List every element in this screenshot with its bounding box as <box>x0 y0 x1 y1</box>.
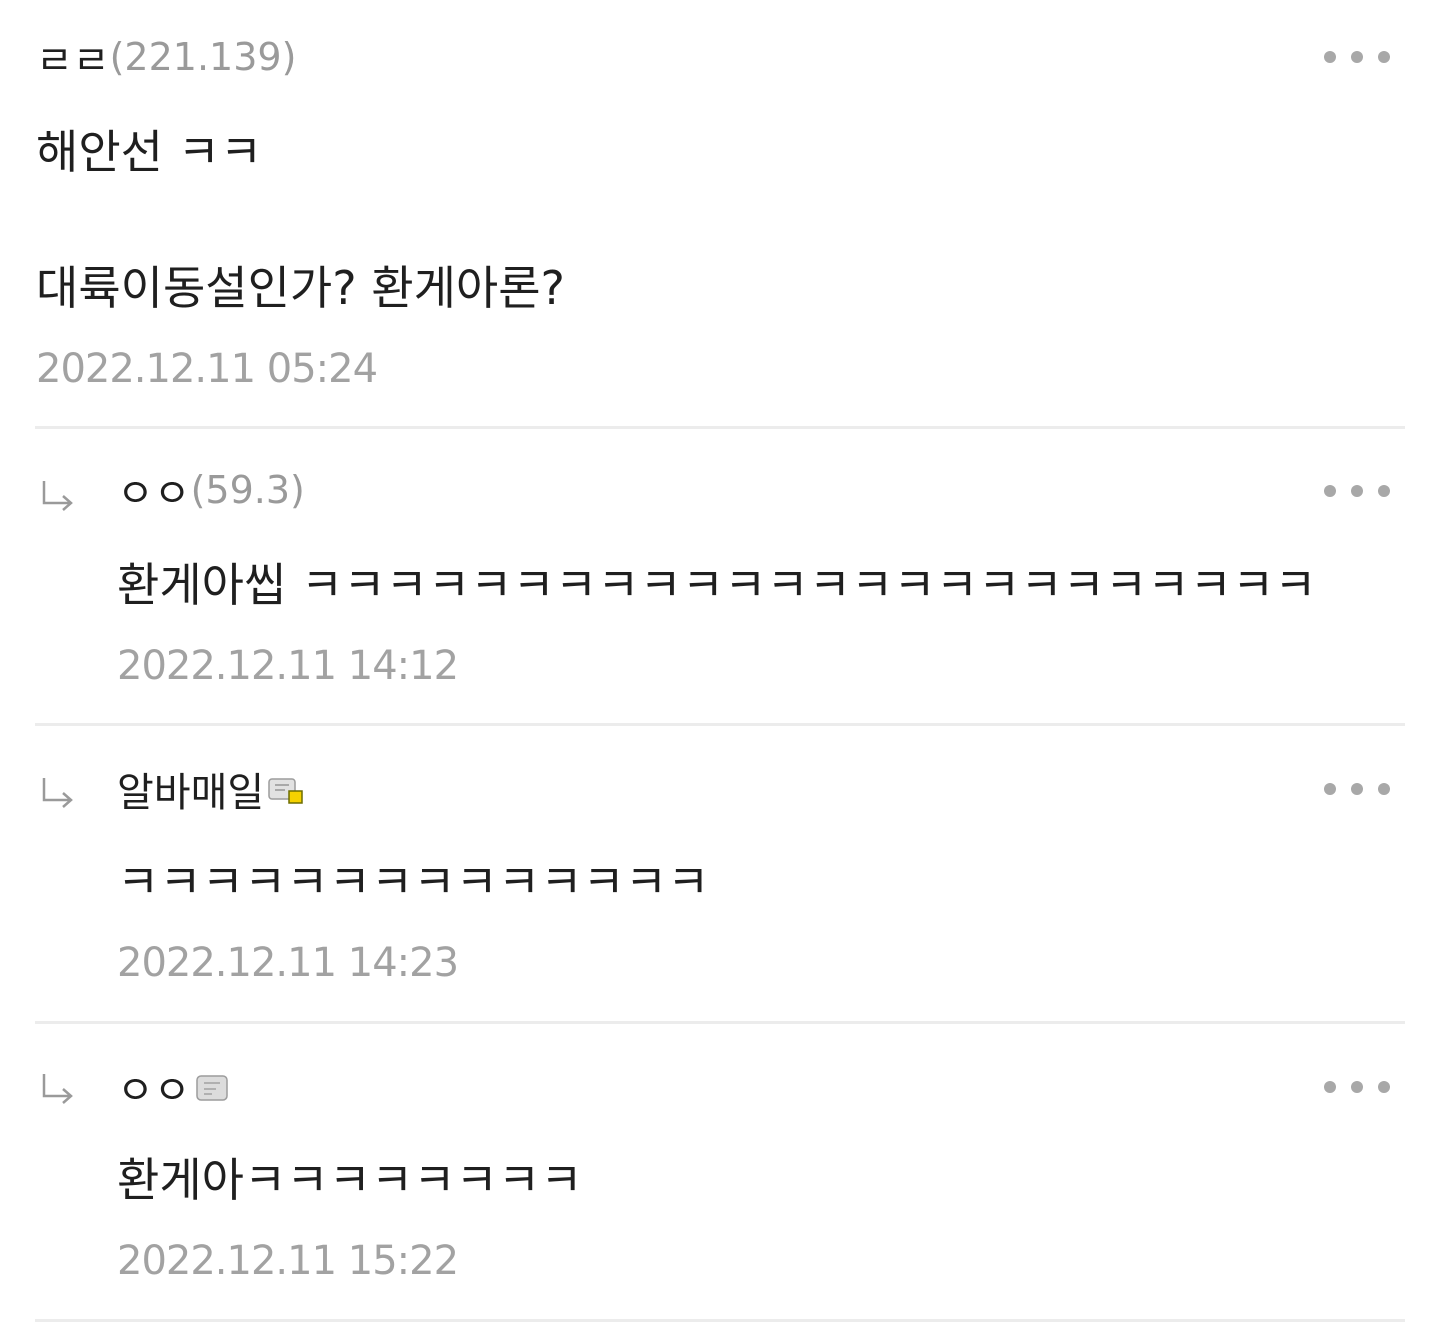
author-nickname: ㄹㄹ <box>36 38 110 84</box>
more-options-button[interactable] <box>1324 769 1390 809</box>
author-nickname: 알바매일 <box>117 770 265 816</box>
comment-text: 환게아씹 ㅋㅋㅋㅋㅋㅋㅋㅋㅋㅋㅋㅋㅋㅋㅋㅋㅋㅋㅋㅋㅋㅋㅋㅋ <box>117 558 1317 612</box>
comment-text: 환게아ㅋㅋㅋㅋㅋㅋㅋㅋ <box>117 1153 583 1207</box>
reply-arrow-icon <box>42 481 73 511</box>
reply-item: ㅇㅇ 환게아ㅋㅋㅋㅋㅋㅋㅋㅋ 2022.12.11 15:22 <box>0 1024 1440 1320</box>
reply-item: 알바매일 ㅋㅋㅋㅋㅋㅋㅋㅋㅋㅋㅋㅋㅋㅋ 2022.12.11 14:23 <box>0 726 1440 1022</box>
more-options-icon <box>1324 51 1336 63</box>
comment-author[interactable]: 알바매일 <box>117 759 303 819</box>
comment-date: 2022.12.11 15:22 <box>117 1238 459 1284</box>
author-ip: (59.3) <box>190 468 305 512</box>
comment-text: ㅋㅋㅋㅋㅋㅋㅋㅋㅋㅋㅋㅋㅋㅋ <box>117 855 710 909</box>
more-options-icon-dot <box>1378 485 1390 497</box>
comment-author[interactable]: ㅇㅇ <box>117 1057 228 1117</box>
more-options-button[interactable] <box>1324 1067 1390 1107</box>
more-options-icon <box>1324 783 1336 795</box>
reply-arrow-icon <box>42 778 73 808</box>
reply-arrow-icon <box>42 1074 73 1104</box>
author-ip: (221.139) <box>109 35 297 79</box>
author-nickname: ㅇㅇ <box>117 1068 191 1114</box>
more-options-icon-dot <box>1378 1081 1390 1093</box>
comment-divider <box>35 1319 1405 1322</box>
comment-text-line: 대륙이동설인가? 환게아론? <box>36 261 565 315</box>
more-options-icon-dot <box>1378 783 1390 795</box>
more-options-icon-dot <box>1351 783 1363 795</box>
author-nickname: ㅇㅇ <box>117 471 191 517</box>
comment-author[interactable]: ㄹㄹ (221.139) <box>36 27 296 87</box>
comment-item: ㄹㄹ (221.139) 해안선 ㅋㅋ 대륙이동설인가? 환게아론? 2022.… <box>0 0 1440 428</box>
comment-date: 2022.12.11 14:12 <box>117 643 459 689</box>
more-options-button[interactable] <box>1324 471 1390 511</box>
more-options-icon <box>1324 485 1336 497</box>
more-options-icon-dot <box>1351 1081 1363 1093</box>
more-options-icon-dot <box>1351 485 1363 497</box>
reply-item: ㅇㅇ (59.3) 환게아씹 ㅋㅋㅋㅋㅋㅋㅋㅋㅋㅋㅋㅋㅋㅋㅋㅋㅋㅋㅋㅋㅋㅋㅋㅋ … <box>0 429 1440 725</box>
more-options-icon-dot <box>1378 51 1390 63</box>
comment-date: 2022.12.11 14:23 <box>117 940 459 986</box>
comment-text-line: 해안선 ㅋㅋ <box>36 125 263 179</box>
comment-date: 2022.12.11 05:24 <box>36 346 378 392</box>
more-options-icon <box>1324 1081 1336 1093</box>
comment-list: ㄹㄹ (221.139) 해안선 ㅋㅋ 대륙이동설인가? 환게아론? 2022.… <box>0 0 1440 1326</box>
more-options-button[interactable] <box>1324 37 1390 77</box>
fixed-nick-member-icon <box>268 775 303 804</box>
half-nick-member-icon <box>195 1073 228 1101</box>
comment-author[interactable]: ㅇㅇ (59.3) <box>117 460 305 520</box>
more-options-icon-dot <box>1351 51 1363 63</box>
